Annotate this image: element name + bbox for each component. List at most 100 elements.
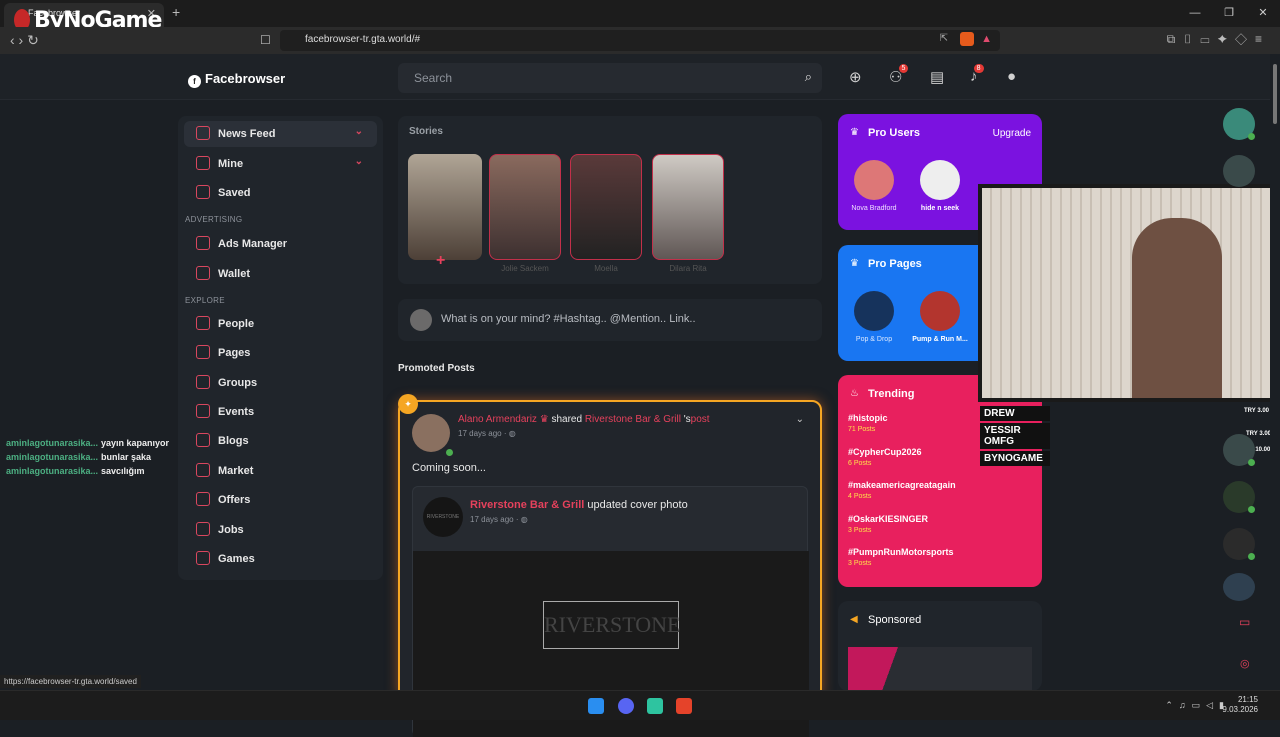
minimize-icon[interactable]: — (1178, 0, 1212, 27)
story-card[interactable] (570, 154, 642, 260)
online-indicator (1248, 506, 1255, 513)
sponsored-ad-image[interactable] (848, 647, 1032, 691)
friend-avatar[interactable] (1223, 573, 1255, 601)
close-window-icon[interactable]: ✕ (1246, 0, 1280, 27)
riverstone-logo: RIVERSTONE (543, 601, 681, 649)
store-icon (196, 463, 210, 477)
app-icon[interactable] (647, 698, 663, 714)
nav-arrows-icon[interactable]: ‹ › ↻ (10, 32, 39, 49)
story-card[interactable] (652, 154, 724, 260)
page-avatar[interactable]: RIVERSTONE (423, 497, 463, 537)
brave-shield-icon[interactable] (960, 32, 974, 46)
scrollbar[interactable] (1270, 54, 1280, 690)
trending-item[interactable]: #makeamericagreatagain 4 Posts (848, 480, 956, 500)
trending-item[interactable]: #OskarKIESINGER 3 Posts (848, 514, 928, 534)
restore-icon[interactable]: ❐ (1212, 0, 1246, 27)
sidebar-item-saved[interactable]: Saved (184, 180, 377, 206)
pro-page[interactable]: Pop & Drop (844, 291, 904, 343)
rewards-icon[interactable]: ▲ (981, 33, 992, 45)
trending-item[interactable]: #PumpnRunMotorsports 3 Posts (848, 547, 954, 567)
chat-message: aminlagotunarasika... savcılığım (6, 466, 169, 476)
post-composer[interactable]: What is on your mind? #Hashtag.. @Mentio… (398, 299, 822, 341)
sidebar-item-label: People (218, 318, 255, 330)
friend-avatar[interactable] (1223, 155, 1255, 187)
groups-icon (196, 375, 210, 389)
sidebar-item-news-feed[interactable]: News Feed ⌄ (184, 121, 377, 147)
friend-avatar[interactable] (1223, 481, 1255, 513)
sidebar-item-blogs[interactable]: Blogs (184, 428, 377, 454)
author-link[interactable]: Alano Armendariz (458, 414, 537, 425)
pro-page[interactable]: Pump & Run M... (904, 291, 976, 343)
page-link[interactable]: Riverstone Bar & Grill (585, 414, 681, 425)
chat-bubble-icon[interactable]: ▭ (1239, 615, 1250, 629)
search-icon[interactable]: ⌕ (805, 69, 812, 85)
trending-item[interactable]: #CypherCup2026 6 Posts (848, 447, 922, 467)
new-tab-button[interactable]: + (172, 4, 180, 20)
sidebar-item-jobs[interactable]: Jobs (184, 517, 377, 543)
create-story[interactable]: + (408, 154, 482, 269)
stream-labels: DREW YESSIR OMFG BYNOGAME (980, 406, 1050, 468)
story-card[interactable] (489, 154, 561, 260)
site-brand[interactable]: f Facebrowser (188, 71, 285, 88)
messages-icon[interactable]: ▤ (930, 68, 944, 86)
profile-avatar[interactable]: ● (1007, 68, 1016, 85)
sidebar-item-people[interactable]: People (184, 311, 377, 337)
sidebar-item-offers[interactable]: Offers (184, 487, 377, 513)
add-story-icon[interactable]: + (436, 252, 445, 270)
sidebar-item-wallet[interactable]: Wallet (184, 261, 377, 287)
sidebar-item-market[interactable]: Market (184, 458, 377, 484)
sidebar-item-label: Wallet (218, 268, 250, 280)
clock[interactable]: 21:15 9.03.2026 (1222, 695, 1258, 715)
blog-icon (196, 433, 210, 447)
page-link[interactable]: Riverstone Bar & Grill (470, 499, 584, 511)
crown-icon: ♛ (850, 258, 859, 269)
friend-avatar[interactable] (1223, 434, 1255, 466)
settings-icon[interactable]: ◎ (1240, 657, 1250, 670)
notifications-icon[interactable]: ♪ 8 (970, 64, 984, 85)
pro-user[interactable]: hide n seek (910, 160, 970, 212)
upgrade-link[interactable]: Upgrade (993, 128, 1031, 139)
chevron-down-icon[interactable]: ⌄ (355, 126, 363, 137)
bookmark-icon[interactable]: ☐ (260, 33, 271, 47)
chevron-down-icon[interactable]: ⌄ (355, 156, 363, 167)
search-input[interactable]: Search ⌕ (398, 63, 822, 93)
url-field[interactable]: facebrowser-tr.gta.world/# ⇱ ▲ (280, 30, 1000, 51)
globe-icon: ◍ (508, 429, 516, 438)
pro-user[interactable]: Nova Bradford (844, 160, 904, 212)
brand-name: Facebrowser (205, 71, 286, 86)
stories-title: Stories (409, 126, 443, 137)
donation-amount: TRY 3.00 (1244, 408, 1270, 414)
brave-browser-icon[interactable] (676, 698, 692, 714)
friend-avatar[interactable] (1223, 108, 1255, 140)
sidebar-item-pages[interactable]: Pages (184, 340, 377, 366)
windows-start-icon[interactable] (588, 698, 604, 714)
author-avatar[interactable] (412, 414, 450, 452)
sidebar-item-mine[interactable]: Mine ⌄ (184, 151, 377, 177)
friends-icon[interactable]: ⚇ 5 (889, 64, 909, 86)
discord-icon[interactable] (618, 698, 634, 714)
status-url: https://facebrowser-tr.gta.world/saved (0, 675, 141, 688)
post-link[interactable]: post (691, 414, 710, 425)
scrollbar-thumb[interactable] (1273, 64, 1277, 124)
shared-action: updated cover photo (587, 499, 688, 511)
sidebar-item-label: Pages (218, 347, 251, 359)
browser-toolbar-icons[interactable]: ⧉▯▭✦◇≡ (1167, 32, 1270, 47)
crown-icon: ♛ (539, 414, 549, 425)
chat-user: aminlagotunarasika... (6, 466, 99, 476)
chevron-down-icon[interactable]: ⌄ (796, 414, 804, 425)
sidebar-item-label: Market (218, 465, 254, 477)
trending-item[interactable]: #histopic 71 Posts (848, 413, 888, 433)
sidebar-item-events[interactable]: Events (184, 399, 377, 425)
share-icon[interactable]: ⇱ (940, 33, 948, 44)
sidebar-item-games[interactable]: Games (184, 546, 377, 572)
sidebar-item-label: News Feed (218, 128, 276, 140)
trending-tag: #CypherCup2026 (848, 447, 922, 457)
trending-count: 4 Posts (848, 493, 872, 500)
system-tray-icons[interactable]: ⌃♫▭◁▮ (1165, 700, 1230, 711)
tab-bar: Facebrowser ✕ + — ❐ ✕ (0, 0, 1280, 27)
trending-tag: #PumpnRunMotorsports (848, 547, 954, 557)
friend-avatar[interactable] (1223, 528, 1255, 560)
sidebar-item-ads-manager[interactable]: Ads Manager (184, 231, 377, 257)
create-icon[interactable]: ⊕ (849, 68, 862, 86)
sidebar-item-groups[interactable]: Groups (184, 370, 377, 396)
